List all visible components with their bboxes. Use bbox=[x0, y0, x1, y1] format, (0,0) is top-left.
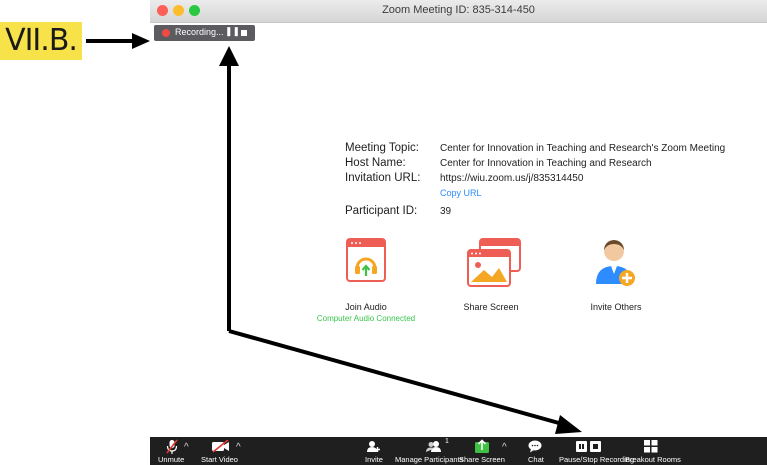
host-name-label: Host Name: bbox=[345, 157, 406, 169]
unmute-button[interactable]: Unmute bbox=[158, 437, 186, 465]
breakout-rooms-button[interactable]: Breakout Rooms bbox=[625, 437, 681, 465]
pause-recording-icon[interactable]: ❚❚ bbox=[225, 26, 240, 37]
share-screen-icon bbox=[467, 238, 521, 287]
recording-indicator: Recording... ❚❚ bbox=[154, 25, 255, 41]
host-name-value: Center for Innovation in Teaching and Re… bbox=[440, 158, 652, 169]
stop-recording-icon[interactable] bbox=[241, 30, 247, 36]
invite-others-action[interactable]: Invite Others bbox=[556, 238, 676, 328]
join-audio-label: Join Audio bbox=[345, 302, 387, 312]
recording-dot-icon bbox=[162, 29, 170, 37]
annotation-step-label: VII.B. bbox=[0, 22, 82, 60]
chat-button[interactable]: Chat bbox=[523, 437, 547, 465]
join-audio-action[interactable]: Join Audio Computer Audio Connected bbox=[306, 238, 426, 328]
pause-stop-recording-button[interactable]: Pause/Stop Recording bbox=[559, 437, 634, 465]
chat-bubble-icon bbox=[528, 440, 542, 453]
muted-microphone-icon bbox=[166, 439, 178, 454]
invite-button[interactable]: Invite bbox=[362, 437, 386, 465]
invite-person-icon bbox=[367, 441, 380, 452]
recording-status-text: Recording... bbox=[175, 27, 224, 37]
participant-id-label: Participant ID: bbox=[345, 205, 418, 217]
invite-others-label: Invite Others bbox=[590, 302, 642, 312]
video-options-chevron-icon[interactable]: ^ bbox=[236, 442, 241, 453]
invitation-url-label: Invitation URL: bbox=[345, 172, 421, 184]
invitation-url-value: https://wiu.zoom.us/j/835314450 bbox=[440, 173, 584, 184]
invite-others-icon bbox=[596, 240, 635, 286]
video-off-icon bbox=[212, 440, 229, 453]
annotation-arrowhead-right-icon bbox=[132, 33, 150, 49]
chat-label: Chat bbox=[528, 455, 544, 464]
headphones-icon bbox=[346, 238, 386, 282]
zoom-meeting-window: Zoom Meeting ID: 835-314-450 Recording..… bbox=[150, 0, 767, 465]
pause-stop-recording-label: Pause/Stop Recording bbox=[559, 455, 635, 464]
share-screen-action[interactable]: Share Screen bbox=[431, 238, 551, 328]
share-screen-label: Share Screen bbox=[463, 302, 519, 312]
invite-label: Invite bbox=[365, 455, 383, 464]
breakout-rooms-icon bbox=[644, 440, 658, 453]
window-title: Zoom Meeting ID: 835-314-450 bbox=[382, 4, 535, 16]
manage-participants-label: Manage Participants bbox=[395, 455, 464, 464]
participant-id-value: 39 bbox=[440, 206, 452, 217]
start-video-label: Start Video bbox=[201, 455, 238, 464]
audio-connected-status: Computer Audio Connected bbox=[316, 314, 416, 323]
breakout-rooms-label: Breakout Rooms bbox=[625, 455, 681, 464]
meeting-topic-label: Meeting Topic: bbox=[345, 142, 419, 154]
meeting-topic-value: Center for Innovation in Teaching and Re… bbox=[440, 143, 726, 154]
copy-url-link[interactable]: Copy URL bbox=[440, 188, 482, 198]
meeting-toolbar: Unmute ^ Start Video ^ Invite 1 Manage P… bbox=[150, 437, 767, 465]
share-screen-button[interactable]: Share Screen bbox=[459, 437, 505, 465]
participants-icon bbox=[426, 441, 441, 452]
title-bar: Zoom Meeting ID: 835-314-450 bbox=[150, 0, 767, 23]
unmute-label: Unmute bbox=[158, 455, 185, 464]
share-screen-toolbar-label: Share Screen bbox=[459, 455, 505, 464]
audio-options-chevron-icon[interactable]: ^ bbox=[184, 442, 189, 453]
share-screen-arrow-icon bbox=[475, 439, 489, 453]
share-options-chevron-icon[interactable]: ^ bbox=[502, 442, 507, 453]
pause-stop-recording-icon bbox=[576, 441, 601, 452]
participant-count-badge: 1 bbox=[445, 438, 449, 445]
